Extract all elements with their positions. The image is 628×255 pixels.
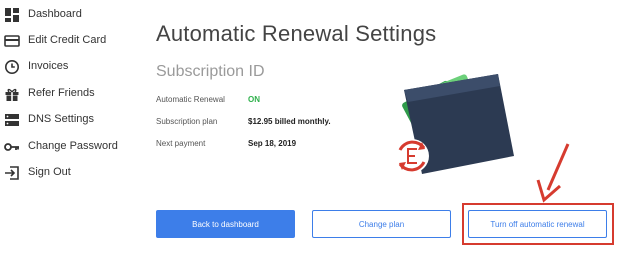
annotation-arrow-icon — [536, 143, 570, 203]
subscription-plan-label: Subscription plan — [156, 117, 218, 126]
back-to-dashboard-button[interactable]: Back to dashboard — [156, 210, 295, 238]
sidebar-item-label: Edit Credit Card — [28, 34, 107, 46]
page-title: Automatic Renewal Settings — [156, 21, 437, 46]
subscription-plan-value: $12.95 billed monthly. — [248, 117, 331, 126]
server-icon — [4, 112, 20, 128]
sidebar-item-label: Refer Friends — [28, 87, 95, 99]
subscription-id-heading: Subscription ID — [156, 63, 265, 80]
sidebar-item-sign-out[interactable]: Sign Out — [0, 162, 130, 184]
sidebar-item-refer-friends[interactable]: Refer Friends — [0, 83, 130, 105]
sidebar-item-label: Dashboard — [28, 8, 82, 20]
gift-icon — [4, 86, 20, 102]
sidebar-item-edit-credit-card[interactable]: Edit Credit Card — [0, 30, 130, 52]
annotation-highlight-box — [462, 203, 614, 245]
sidebar: Dashboard Edit Credit Card Invoices Refe… — [0, 0, 130, 255]
key-icon — [4, 139, 20, 155]
wallet-illustration — [395, 74, 514, 174]
automatic-renewal-label: Automatic Renewal — [156, 95, 225, 104]
credit-card-icon — [4, 33, 20, 49]
next-payment-value: Sep 18, 2019 — [248, 139, 297, 148]
sidebar-item-dashboard[interactable]: Dashboard — [0, 4, 130, 26]
automatic-renewal-status: ON — [248, 95, 260, 104]
next-payment-label: Next payment — [156, 139, 206, 148]
sign-out-icon — [4, 165, 20, 181]
change-plan-button[interactable]: Change plan — [312, 210, 451, 238]
sidebar-item-label: Change Password — [28, 140, 118, 152]
sidebar-item-change-password[interactable]: Change Password — [0, 136, 130, 158]
renewal-cycle-icon — [395, 139, 429, 173]
clock-icon — [4, 59, 20, 75]
dashboard-icon — [4, 7, 20, 23]
sidebar-item-label: DNS Settings — [28, 113, 95, 125]
sidebar-item-label: Invoices — [28, 60, 69, 72]
sidebar-item-dns-settings[interactable]: DNS Settings — [0, 109, 130, 131]
sidebar-item-label: Sign Out — [28, 166, 71, 178]
sidebar-item-invoices[interactable]: Invoices — [0, 56, 130, 78]
